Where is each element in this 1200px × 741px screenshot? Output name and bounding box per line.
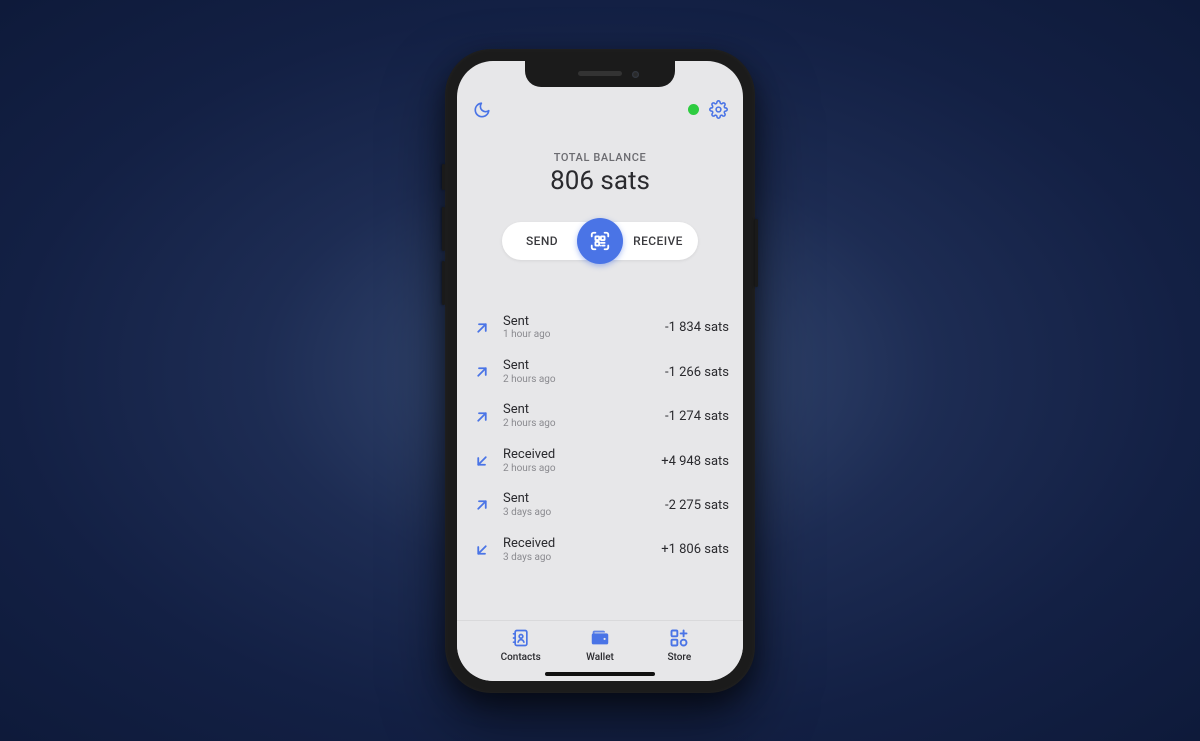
transaction-amount: -1 274 sats [665,409,729,424]
transaction-row[interactable]: Received3 days ago+1 806 sats [471,528,729,572]
transaction-direction-icon [471,450,493,472]
arrow-up-right-icon [473,496,491,514]
transaction-list: Sent1 hour ago-1 834 satsSent2 hours ago… [457,306,743,620]
store-icon [669,628,689,648]
home-indicator[interactable] [545,672,655,676]
transaction-title: Sent [503,315,665,330]
transaction-time: 2 hours ago [503,463,661,475]
wallet-icon [589,627,611,649]
arrow-up-right-icon [473,408,491,426]
gear-icon [709,100,728,119]
phone-camera [632,71,639,78]
transaction-time: 3 days ago [503,507,665,519]
transaction-direction-icon [471,317,493,339]
transaction-amount: +1 806 sats [661,542,729,557]
arrow-up-right-icon [473,319,491,337]
transaction-info: Sent3 days ago [503,492,665,518]
arrow-up-right-icon [473,363,491,381]
dark-mode-button[interactable] [471,99,493,121]
transaction-amount: -1 266 sats [665,365,729,380]
app-content: TOTAL BALANCE 806 sats SEND RECEIVE Sent… [457,61,743,681]
transaction-title: Received [503,537,661,552]
transaction-title: Sent [503,359,665,374]
phone-screen: TOTAL BALANCE 806 sats SEND RECEIVE Sent… [457,61,743,681]
tab-contacts[interactable]: Contacts [491,627,551,663]
moon-icon [473,101,491,119]
transaction-amount: -1 834 sats [665,320,729,335]
balance-value: 806 sats [457,166,743,196]
transaction-info: Received3 days ago [503,537,661,563]
scan-button[interactable] [577,218,623,264]
transaction-row[interactable]: Sent2 hours ago-1 266 sats [471,350,729,394]
transaction-direction-icon [471,406,493,428]
tab-label: Wallet [586,652,614,663]
tab-store[interactable]: Store [649,627,709,663]
transaction-time: 2 hours ago [503,418,665,430]
transaction-direction-icon [471,539,493,561]
phone-side-button [442,207,445,251]
transaction-title: Sent [503,403,665,418]
arrow-down-left-icon [473,452,491,470]
transaction-amount: -2 275 sats [665,498,729,513]
transaction-time: 2 hours ago [503,374,665,386]
contacts-icon [511,628,531,648]
transaction-time: 1 hour ago [503,329,665,341]
phone-speaker [578,71,622,76]
transaction-row[interactable]: Received2 hours ago+4 948 sats [471,439,729,483]
transaction-row[interactable]: Sent3 days ago-2 275 sats [471,483,729,527]
phone-side-button [442,164,445,190]
transaction-info: Received2 hours ago [503,448,661,474]
transaction-row[interactable]: Sent2 hours ago-1 274 sats [471,394,729,438]
transaction-row[interactable]: Sent1 hour ago-1 834 sats [471,306,729,350]
tab-wallet[interactable]: Wallet [570,627,630,663]
transaction-direction-icon [471,361,493,383]
phone-side-button [442,261,445,305]
tab-label: Store [667,652,691,663]
transaction-info: Sent2 hours ago [503,403,665,429]
transaction-info: Sent1 hour ago [503,315,665,341]
connection-status-indicator [688,104,699,115]
transaction-title: Sent [503,492,665,507]
phone-notch [525,61,675,87]
transaction-info: Sent2 hours ago [503,359,665,385]
transaction-direction-icon [471,494,493,516]
settings-button[interactable] [707,99,729,121]
transaction-time: 3 days ago [503,552,661,564]
phone-device-frame: TOTAL BALANCE 806 sats SEND RECEIVE Sent… [445,49,755,693]
balance-section: TOTAL BALANCE 806 sats [457,151,743,196]
arrow-down-left-icon [473,541,491,559]
qr-scan-icon [589,230,611,252]
balance-label: TOTAL BALANCE [457,151,743,164]
transaction-amount: +4 948 sats [661,454,729,469]
transaction-title: Received [503,448,661,463]
phone-side-button [755,219,758,287]
tab-label: Contacts [501,652,541,663]
action-bar: SEND RECEIVE [457,222,743,260]
